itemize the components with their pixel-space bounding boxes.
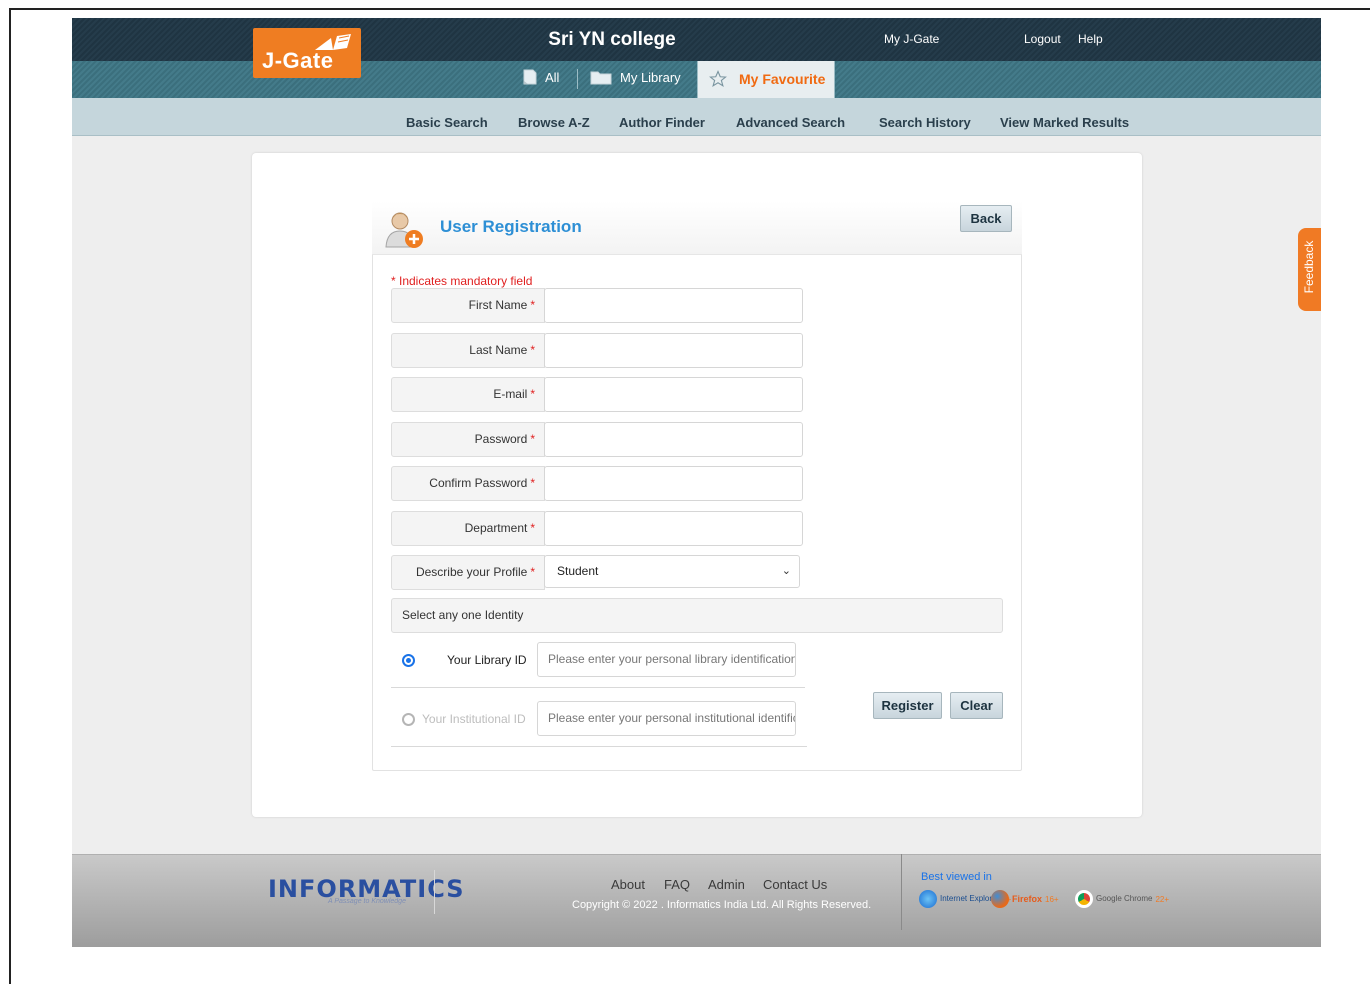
firefox-name: Firefox <box>1012 894 1043 904</box>
department-input[interactable] <box>544 511 803 546</box>
confirm-password-input[interactable] <box>544 466 803 501</box>
page: J-Gate Sri YN college My J-Gate Logout H… <box>72 18 1321 947</box>
add-user-icon <box>385 212 423 248</box>
library-id-radio[interactable] <box>402 654 415 667</box>
document-icon <box>523 69 537 85</box>
divider <box>391 687 805 688</box>
browser-chrome: Google Chrome 22+ <box>1075 890 1169 908</box>
first-name-label: First Name * <box>391 288 545 323</box>
footer-link-admin[interactable]: Admin <box>708 877 745 892</box>
menu-search-history[interactable]: Search History <box>879 115 971 130</box>
divider <box>391 746 807 747</box>
feedback-label: Feedback <box>1302 240 1316 294</box>
first-name-input[interactable] <box>544 288 803 323</box>
institutional-id-label: Your Institutional ID <box>422 712 526 726</box>
browser-firefox: Firefox 16+ <box>991 890 1059 908</box>
tab-my-favourite[interactable]: My Favourite <box>697 61 835 98</box>
informatics-tagline: A Passage to Knowledge <box>328 898 406 905</box>
feedback-tab[interactable]: Feedback <box>1298 228 1321 311</box>
register-button[interactable]: Register <box>873 692 942 719</box>
ie-icon <box>919 890 937 908</box>
department-label: Department * <box>391 511 545 546</box>
password-input[interactable] <box>544 422 803 457</box>
menu-advanced-search[interactable]: Advanced Search <box>736 115 845 130</box>
copyright-text: Copyright © 2022 . Informatics India Ltd… <box>572 899 872 911</box>
tab-my-favourite-label: My Favourite <box>739 71 826 87</box>
library-id-label: Your Library ID <box>447 653 527 667</box>
library-id-input[interactable]: Please enter your personal library ident… <box>537 642 796 677</box>
chrome-icon <box>1075 890 1093 908</box>
chevron-down-icon: ⌄ <box>781 565 791 577</box>
logo-text: J-Gate <box>262 48 334 73</box>
college-name: Sri YN college <box>548 29 676 50</box>
footer-divider <box>434 870 435 914</box>
mandatory-note: * Indicates mandatory field <box>391 274 533 288</box>
back-button[interactable]: Back <box>960 205 1012 232</box>
tab-my-library-label: My Library <box>620 69 681 85</box>
chrome-version: 22+ <box>1155 894 1170 904</box>
footer-link-about[interactable]: About <box>611 877 645 892</box>
chrome-name: Google Chrome <box>1096 894 1153 903</box>
tab-my-library[interactable]: My Library <box>590 69 681 85</box>
footer-link-faq[interactable]: FAQ <box>664 877 690 892</box>
best-viewed-label: Best viewed in <box>921 871 992 883</box>
jgate-logo[interactable]: J-Gate <box>253 28 361 78</box>
menu-view-marked-results[interactable]: View Marked Results <box>1000 115 1129 130</box>
firefox-icon <box>991 890 1009 908</box>
menu-browse-az[interactable]: Browse A-Z <box>518 115 590 130</box>
password-label: Password * <box>391 422 545 457</box>
email-label: E-mail * <box>391 377 545 412</box>
profile-label: Describe your Profile * <box>391 555 545 590</box>
tab-divider <box>577 69 578 89</box>
menu-basic-search[interactable]: Basic Search <box>406 115 488 130</box>
identity-heading: Select any one Identity <box>391 598 1003 633</box>
institutional-id-radio[interactable] <box>402 713 415 726</box>
institutional-id-input[interactable]: Please enter your personal institutional… <box>537 701 796 736</box>
last-name-input[interactable] <box>544 333 803 368</box>
firefox-version: 16+ <box>1045 894 1059 904</box>
tab-all-label: All <box>545 69 560 85</box>
menu-author-finder[interactable]: Author Finder <box>619 115 705 130</box>
profile-selected-value: Student <box>557 564 599 578</box>
confirm-password-label: Confirm Password * <box>391 466 545 501</box>
email-input[interactable] <box>544 377 803 412</box>
my-jgate-link[interactable]: My J-Gate <box>884 32 939 46</box>
footer-divider <box>901 854 902 930</box>
clear-button[interactable]: Clear <box>950 692 1003 719</box>
tab-all[interactable]: All <box>523 69 559 85</box>
folder-icon <box>590 71 612 85</box>
footer-link-contact-us[interactable]: Contact Us <box>763 877 827 892</box>
help-link[interactable]: Help <box>1078 32 1103 46</box>
profile-select[interactable]: Student ⌄ <box>544 555 800 588</box>
logout-link[interactable]: Logout <box>1024 32 1061 46</box>
registration-title: User Registration <box>440 217 582 236</box>
star-icon <box>709 70 727 87</box>
last-name-label: Last Name * <box>391 333 545 368</box>
